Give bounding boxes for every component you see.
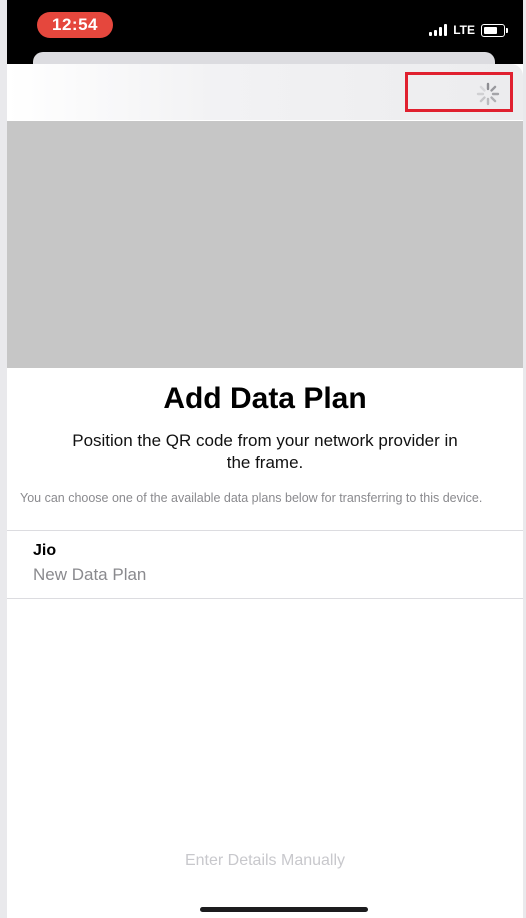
network-type: LTE xyxy=(453,23,475,37)
plans-hint: You can choose one of the available data… xyxy=(20,491,483,505)
plan-name: Jio xyxy=(33,542,57,559)
spinner-icon xyxy=(476,82,500,106)
home-indicator[interactable] xyxy=(200,907,368,912)
sheet-nav-bar xyxy=(7,64,523,120)
data-plan-item[interactable]: Jio New Data Plan xyxy=(7,531,523,599)
signal-icon xyxy=(429,24,448,36)
status-time: 12:54 xyxy=(37,12,113,38)
divider-bottom xyxy=(7,598,523,599)
page-subtitle: Position the QR code from your network p… xyxy=(72,431,458,472)
qr-camera-viewfinder xyxy=(7,121,523,368)
page-title: Add Data Plan xyxy=(163,382,367,415)
screen-edge-left xyxy=(0,0,7,918)
add-data-plan-sheet: Add Data Plan Position the QR code from … xyxy=(7,64,523,918)
battery-icon xyxy=(481,23,508,37)
status-indicators: LTE xyxy=(429,20,508,40)
enter-details-manually-button[interactable]: Enter Details Manually xyxy=(7,852,523,870)
plan-description: New Data Plan xyxy=(33,565,147,584)
